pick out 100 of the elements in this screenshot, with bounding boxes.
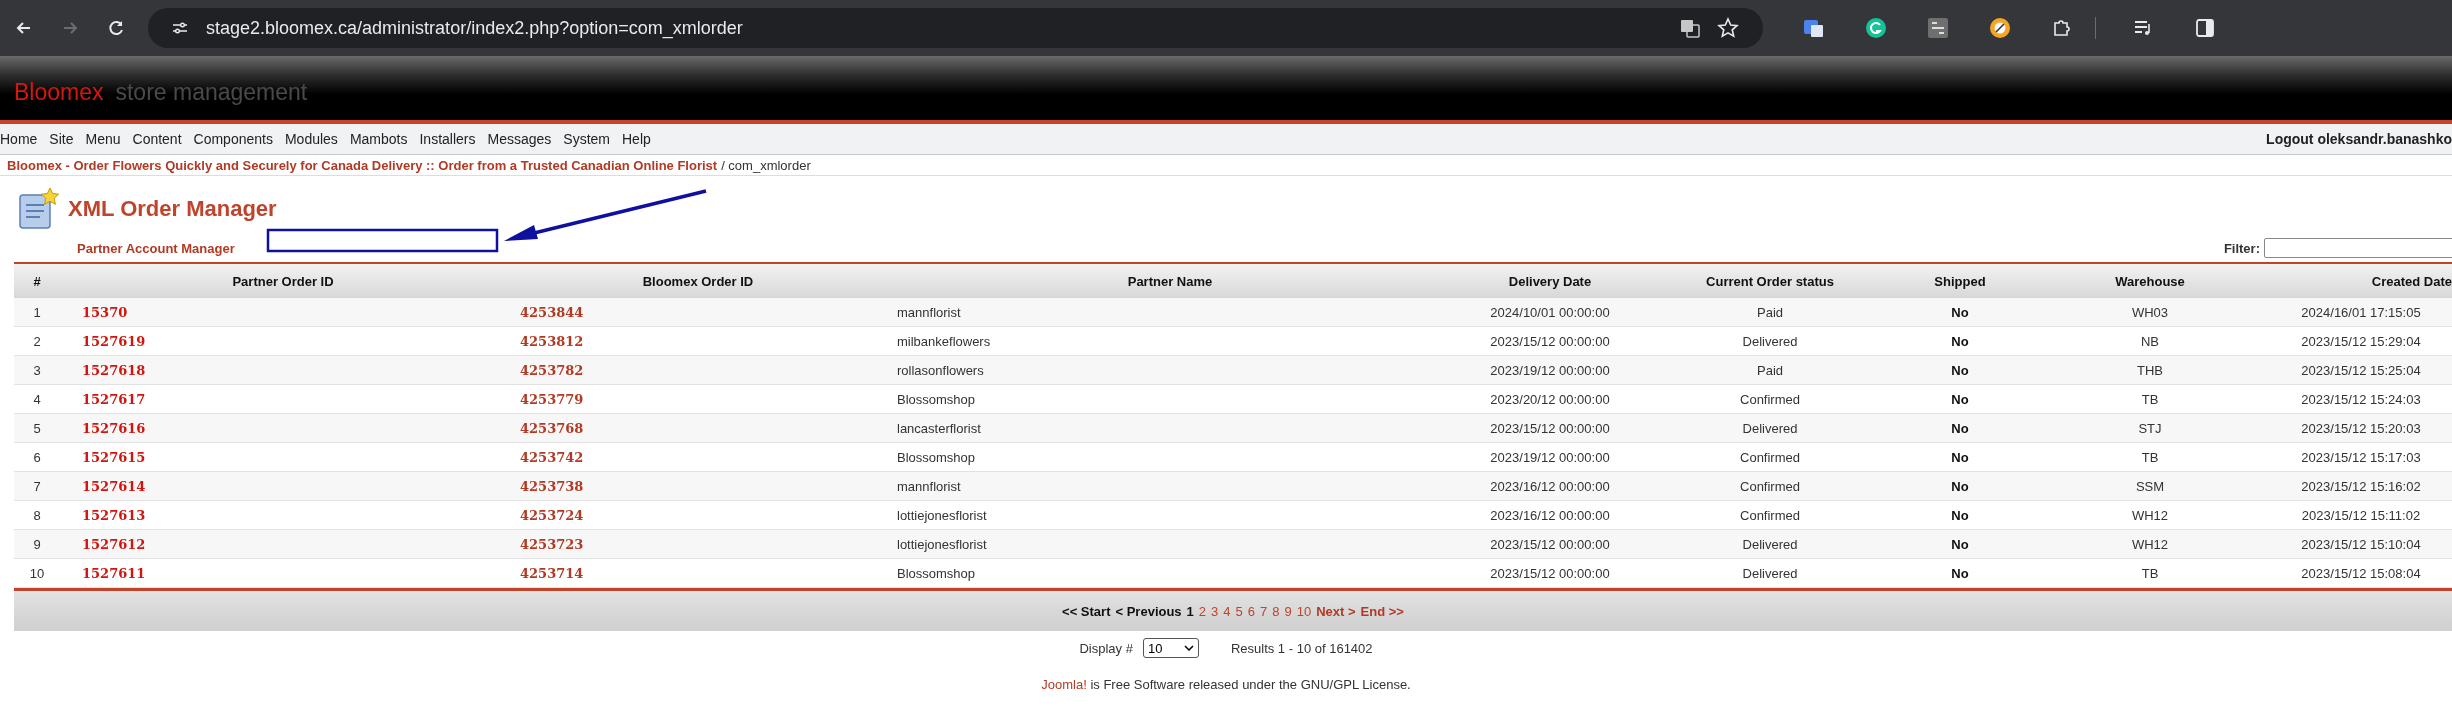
menu-item[interactable]: Mambots bbox=[349, 131, 408, 147]
address-bar[interactable]: stage2.bloomex.ca/administrator/index2.php?option=com_xmlorder bbox=[148, 8, 1763, 48]
joomla-link[interactable]: Joomla! bbox=[1041, 677, 1087, 692]
table-cell: No bbox=[1951, 478, 1969, 494]
partner-order-link[interactable]: 1527613 bbox=[82, 507, 146, 523]
url-text: stage2.bloomex.ca/administrator/index2.php?option=com_xmlorder bbox=[206, 17, 743, 39]
menu-item[interactable]: Content bbox=[132, 131, 182, 147]
display-count-select[interactable]: 10 bbox=[1142, 638, 1199, 658]
table-cell: 2023/16/12 00:00:00 bbox=[1490, 478, 1610, 494]
column-header: Current Order status bbox=[1650, 263, 1890, 298]
menu-item[interactable]: Help bbox=[622, 131, 651, 147]
table-cell: rollasonflowers bbox=[897, 362, 984, 378]
translate-extension-icon[interactable] bbox=[1803, 17, 1825, 39]
table-cell: NB bbox=[2140, 333, 2160, 349]
table-cell: 4 bbox=[33, 391, 41, 407]
partner-order-link[interactable]: 1527612 bbox=[82, 536, 146, 552]
menu-item[interactable]: Home bbox=[0, 131, 38, 147]
page-link[interactable]: 1 bbox=[1186, 603, 1194, 619]
page-link[interactable]: 6 bbox=[1247, 603, 1255, 619]
table-cell: Blossomshop bbox=[897, 449, 976, 465]
pagination-link[interactable]: Next > bbox=[1316, 603, 1356, 619]
menu-item[interactable]: Components bbox=[193, 131, 273, 147]
table-cell: Paid bbox=[1757, 304, 1783, 320]
table-cell: No bbox=[1951, 507, 1969, 523]
order-link[interactable]: 4253742 bbox=[520, 449, 584, 465]
table-cell: 8 bbox=[33, 507, 41, 523]
table-cell: 10 bbox=[29, 565, 45, 581]
puzzle-icon[interactable] bbox=[2051, 17, 2073, 39]
order-link[interactable]: 4253768 bbox=[520, 420, 584, 436]
table-cell: 2023/15/12 15:16:02 bbox=[2301, 478, 2421, 494]
table-cell: milbankeflowers bbox=[897, 333, 991, 349]
menu-item[interactable]: System bbox=[563, 131, 610, 147]
page-link[interactable]: 5 bbox=[1235, 603, 1243, 619]
results-count: Results 1 - 10 of 161402 bbox=[1230, 640, 1373, 656]
menu-item[interactable]: Messages bbox=[487, 131, 552, 147]
table-cell: 5 bbox=[33, 420, 41, 436]
table-cell: Confirmed bbox=[1740, 478, 1800, 494]
table-cell: 2023/15/12 15:08:04 bbox=[2301, 565, 2421, 581]
table-cell: 2023/15/12 15:29:04 bbox=[2301, 333, 2421, 349]
menu-item[interactable]: Installers bbox=[419, 131, 476, 147]
breadcrumb-link[interactable]: Bloomex - Order Flowers Quickly and Securely for Canada Delivery :: Order from a Trusted Canadian Online Florist bbox=[7, 157, 718, 173]
menu-item[interactable]: Modules bbox=[284, 131, 338, 147]
partner-order-link[interactable]: 1527615 bbox=[82, 449, 146, 465]
menu-item[interactable]: Menu bbox=[85, 131, 121, 147]
partner-order-link[interactable]: 1527614 bbox=[82, 478, 146, 494]
table-cell: Paid bbox=[1757, 362, 1783, 378]
order-link[interactable]: 4253714 bbox=[520, 565, 584, 581]
table-cell: Confirmed bbox=[1740, 391, 1800, 407]
analytics-extension-icon[interactable] bbox=[1927, 17, 1949, 39]
page-link[interactable]: 2 bbox=[1198, 603, 1207, 619]
table-cell: lottiejonesflorist bbox=[897, 507, 987, 523]
partner-order-link[interactable]: 1527618 bbox=[82, 362, 146, 378]
order-link[interactable]: 4253844 bbox=[520, 304, 584, 320]
page-link[interactable]: 7 bbox=[1260, 603, 1268, 619]
order-link[interactable]: 4253782 bbox=[520, 362, 584, 378]
table-cell: No bbox=[1951, 362, 1969, 378]
badge-extension-icon[interactable] bbox=[1989, 17, 2011, 39]
page-link[interactable]: 4 bbox=[1223, 603, 1231, 619]
menu-item[interactable]: Site bbox=[49, 131, 74, 147]
page-link[interactable]: 10 bbox=[1296, 603, 1312, 619]
partner-order-link[interactable]: 1527619 bbox=[82, 333, 146, 349]
table-cell: 2023/16/12 00:00:00 bbox=[1490, 507, 1610, 523]
table-cell: Confirmed bbox=[1740, 449, 1800, 465]
table-cell: TB bbox=[2141, 391, 2159, 407]
logout-link[interactable]: Logout oleksandr.banashko bbox=[2266, 131, 2452, 147]
page-title: XML Order Manager bbox=[68, 196, 277, 222]
table-cell: 2023/15/12 00:00:00 bbox=[1490, 420, 1610, 436]
page-link[interactable]: 9 bbox=[1284, 603, 1292, 619]
table-cell: Delivered bbox=[1742, 333, 1798, 349]
table-cell: 2023/15/12 00:00:00 bbox=[1490, 536, 1610, 552]
page-link[interactable]: 8 bbox=[1272, 603, 1280, 619]
table-cell: 3 bbox=[33, 362, 41, 378]
order-link[interactable]: 4253723 bbox=[520, 536, 584, 552]
side-panel-icon[interactable] bbox=[2194, 17, 2216, 39]
column-header: Bloomex Order ID bbox=[506, 263, 890, 298]
order-link[interactable]: 4253812 bbox=[520, 333, 584, 349]
order-link[interactable]: 4253779 bbox=[520, 391, 584, 407]
table-cell: Blossomshop bbox=[897, 565, 976, 581]
order-link[interactable]: 4253738 bbox=[520, 478, 584, 494]
table-cell: 2 bbox=[33, 333, 41, 349]
translate-icon[interactable] bbox=[1679, 17, 1701, 39]
table-cell: 2023/20/12 00:00:00 bbox=[1490, 391, 1610, 407]
table-cell: WH03 bbox=[2131, 304, 2169, 320]
table-cell: lottiejonesflorist bbox=[897, 536, 987, 552]
star-icon[interactable] bbox=[1717, 17, 1739, 39]
page-link[interactable]: 3 bbox=[1211, 603, 1219, 619]
table-cell: 2023/15/12 15:24:03 bbox=[2301, 391, 2421, 407]
column-header: Created Date bbox=[2270, 263, 2452, 298]
filter-input[interactable] bbox=[2264, 238, 2452, 258]
partner-order-link[interactable]: 1527611 bbox=[82, 565, 146, 581]
table-cell: mannflorist bbox=[897, 478, 961, 494]
pagination-link[interactable]: End >> bbox=[1360, 603, 1404, 619]
partner-order-link[interactable]: 15370 bbox=[82, 304, 128, 320]
partner-order-link[interactable]: 1527617 bbox=[82, 391, 146, 407]
table-cell: 1 bbox=[33, 304, 41, 320]
table-cell: 7 bbox=[33, 478, 41, 494]
order-link[interactable]: 4253724 bbox=[520, 507, 584, 523]
reload-icon[interactable] bbox=[106, 18, 126, 38]
partner-order-link[interactable]: 1527616 bbox=[82, 420, 146, 436]
grammar-extension-icon[interactable] bbox=[1865, 17, 1887, 39]
